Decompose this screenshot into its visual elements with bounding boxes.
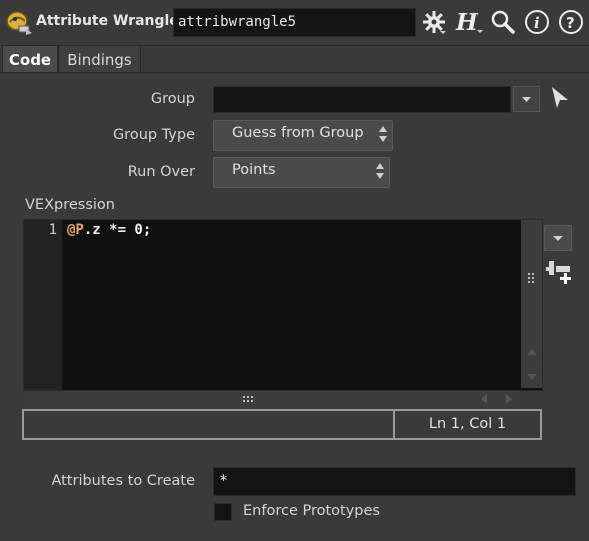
- vex-code-editor[interactable]: [23, 219, 543, 391]
- houdini-help-icon[interactable]: H: [455, 9, 485, 35]
- group-type-menu[interactable]: Guess from Group: [213, 120, 393, 151]
- scroll-down-icon[interactable]: [526, 371, 538, 383]
- attributes-to-create-field[interactable]: *: [213, 467, 576, 496]
- scroll-grip-icon[interactable]: [242, 395, 256, 405]
- enforce-prototypes-label: Enforce Prototypes: [243, 503, 380, 519]
- tab-bindings[interactable]: Bindings: [58, 45, 141, 72]
- line-number-gutter: [24, 220, 62, 390]
- group-type-value: Guess from Group: [232, 125, 364, 141]
- chevron-down-icon: [553, 236, 563, 241]
- run-over-menu[interactable]: Points: [213, 157, 390, 188]
- group-dropdown-button[interactable]: [513, 86, 540, 112]
- node-type-label: Attribute Wrangle: [36, 13, 179, 29]
- chevron-down-icon: [522, 97, 531, 102]
- svg-text:i: i: [534, 14, 540, 32]
- vertical-scrollbar[interactable]: [521, 220, 542, 388]
- run-over-label: Run Over: [127, 164, 195, 180]
- updown-arrows-icon: [379, 126, 387, 142]
- group-label: Group: [150, 91, 195, 107]
- node-name-field[interactable]: attribwrangle5: [173, 8, 416, 37]
- group-select-arrow-icon[interactable]: [548, 84, 572, 112]
- group-type-label: Group Type: [112, 127, 195, 143]
- create-spare-parameters-icon[interactable]: [545, 257, 575, 287]
- vex-snippet-menu-button[interactable]: [544, 225, 572, 251]
- help-icon[interactable]: ?: [558, 9, 584, 35]
- editor-status-message: [24, 411, 393, 438]
- group-field[interactable]: [213, 86, 511, 113]
- scroll-left-icon[interactable]: [478, 393, 490, 405]
- svg-text:H: H: [455, 9, 479, 35]
- updown-arrows-icon: [376, 163, 384, 179]
- code-attribute-token: @P: [67, 222, 84, 238]
- search-icon[interactable]: [490, 9, 516, 35]
- svg-text:?: ?: [566, 14, 575, 32]
- code-expression-token: .z *= 0;: [83, 222, 152, 238]
- attributes-to-create-label: Attributes to Create: [51, 473, 195, 489]
- tab-code[interactable]: Code: [2, 45, 58, 72]
- scroll-up-icon[interactable]: [526, 346, 538, 358]
- gear-icon[interactable]: [421, 9, 447, 35]
- run-over-value: Points: [232, 162, 276, 178]
- vexpression-label: VEXpression: [25, 197, 115, 213]
- horizontal-scrollbar[interactable]: [23, 391, 521, 407]
- scroll-grip-icon[interactable]: [527, 272, 537, 286]
- enforce-prototypes-checkbox[interactable]: [214, 503, 232, 521]
- code-line[interactable]: @P.z *= 0;: [67, 222, 151, 238]
- info-icon[interactable]: i: [524, 9, 550, 35]
- line-number: 1: [48, 222, 57, 238]
- node-type-icon[interactable]: [4, 8, 34, 36]
- scroll-right-icon[interactable]: [503, 393, 515, 405]
- cursor-position: Ln 1, Col 1: [428, 416, 507, 432]
